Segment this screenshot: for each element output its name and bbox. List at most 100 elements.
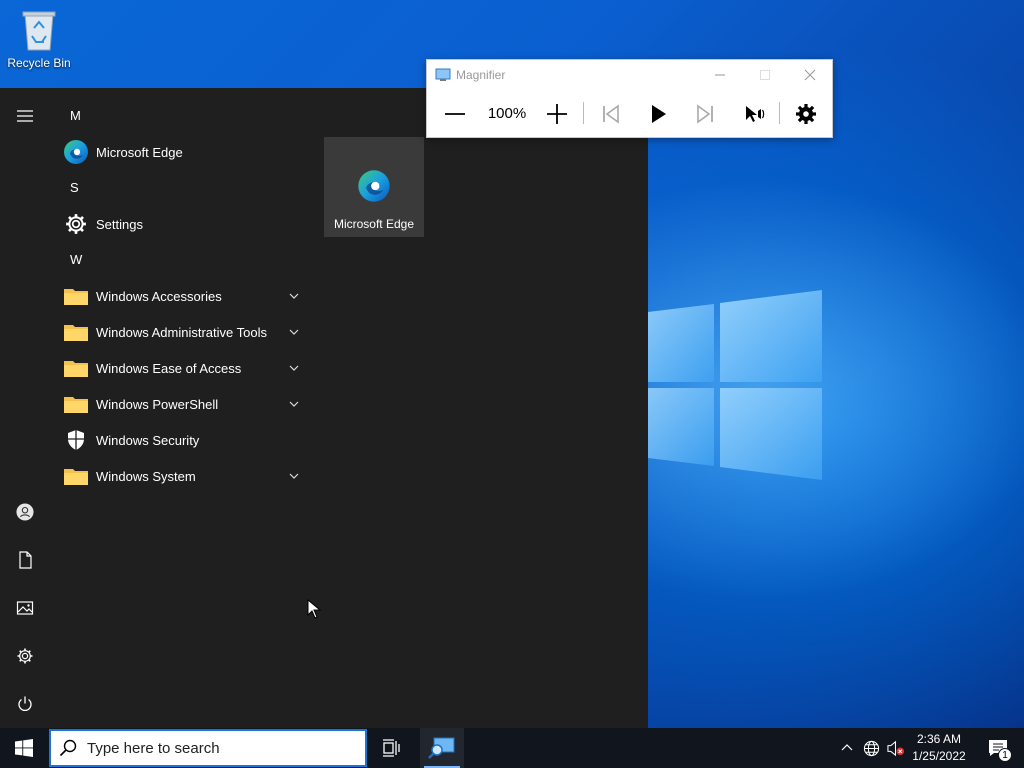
folder-icon [63,463,89,489]
task-view-icon [383,739,400,757]
previous-icon [603,104,619,124]
power-button[interactable] [0,682,50,726]
volume-button[interactable] [884,728,906,768]
read-from-here-icon [746,106,765,122]
maximize-button[interactable] [742,60,788,90]
letter-header-w[interactable]: W [50,242,312,278]
show-hidden-icons-button[interactable] [836,728,858,768]
windows-start-icon [15,739,33,757]
tile-microsoft-edge[interactable]: Microsoft Edge [324,137,424,237]
toolbar-separator [779,102,780,124]
chevron-down-icon [289,293,299,299]
maximize-icon [760,70,770,80]
tile-label: Microsoft Edge [333,217,415,231]
close-icon [804,69,816,81]
app-item-label: Windows Accessories [96,288,222,304]
previous-button[interactable] [593,96,627,132]
magnifier-app-icon [428,737,455,759]
task-view-button[interactable] [370,728,414,768]
magnifier-settings-button[interactable] [789,96,823,132]
folder-icon [63,355,89,381]
app-item-windows-powershell[interactable]: Windows PowerShell [50,386,312,422]
zoom-in-icon [547,104,567,124]
hamburger-button[interactable] [0,94,50,138]
app-item-label: Windows Administrative Tools [96,324,267,340]
volume-muted-icon [886,740,904,756]
chevron-down-icon [289,473,299,479]
network-button[interactable] [860,728,882,768]
taskbar-search-box[interactable] [49,729,367,767]
network-globe-icon [863,740,879,756]
app-item-windows-accessories[interactable]: Windows Accessories [50,278,312,314]
settings-icon [17,648,33,664]
magnifier-title: Magnifier [456,68,506,82]
hamburger-icon [17,110,33,122]
app-item-label: Windows Ease of Access [96,360,242,376]
magnifier-app-icon [435,68,451,81]
start-menu: M Microsoft Edge S Settings W Windows Ac… [0,88,648,728]
zoom-in-button[interactable] [541,96,573,132]
settings-button[interactable] [0,634,50,678]
mouse-cursor-icon [307,599,321,619]
chevron-down-icon [289,401,299,407]
chevron-up-icon [841,744,853,751]
play-button[interactable] [641,96,675,132]
gear-icon [63,211,89,237]
next-button[interactable] [689,96,723,132]
app-item-label: Windows PowerShell [96,396,219,412]
clock[interactable]: 2:36 AM 1/25/2022 [906,731,972,765]
next-icon [697,104,713,124]
search-input[interactable] [87,737,357,759]
close-button[interactable] [787,60,833,90]
app-item-label: Windows Security [96,432,200,448]
edge-icon [358,170,390,202]
action-center-button[interactable]: 1 [978,728,1018,768]
play-icon [652,105,666,123]
documents-button[interactable] [0,538,50,582]
app-item-windows-ease-of-access[interactable]: Windows Ease of Access [50,350,312,386]
taskbar-magnifier-app[interactable] [420,728,464,768]
folder-icon [63,283,89,309]
zoom-out-button[interactable] [439,96,471,132]
chevron-down-icon [289,365,299,371]
folder-icon [63,319,89,345]
app-item-windows-security[interactable]: Windows Security [50,422,312,458]
start-button[interactable] [0,728,48,768]
pictures-button[interactable] [0,586,50,630]
app-list: M Microsoft Edge S Settings W Windows Ac… [50,98,312,494]
read-from-here-button[interactable] [737,96,771,132]
app-item-windows-system[interactable]: Windows System [50,458,312,494]
magnifier-toolbar: 100% [427,96,832,132]
app-item-windows-administrative-tools[interactable]: Windows Administrative Tools [50,314,312,350]
start-rail [0,88,50,728]
minimize-button[interactable] [697,60,743,90]
taskbar: 2:36 AM 1/25/2022 1 [0,728,1024,768]
magnifier-title-bar[interactable]: Magnifier [427,60,832,90]
clock-date: 1/25/2022 [912,749,966,763]
recycle-bin-label: Recycle Bin [7,56,71,70]
chevron-down-icon [289,329,299,335]
search-icon [59,739,77,757]
windows-logo-wallpaper [648,290,822,480]
recycle-bin-icon [22,11,56,51]
user-account-button[interactable] [0,490,50,534]
app-item-settings[interactable]: Settings [50,206,312,242]
edge-icon [63,139,89,165]
pictures-icon [16,601,34,615]
letter-header-s[interactable]: S [50,170,312,206]
power-icon [18,696,32,711]
documents-icon [19,551,32,569]
settings-icon [796,104,816,124]
user-icon [16,503,34,521]
shield-icon [63,427,89,453]
clock-time: 2:36 AM [916,732,962,746]
app-item-label: Windows System [96,468,196,484]
magnifier-window: Magnifier 100% [426,59,833,138]
letter-header-m[interactable]: M [50,98,312,134]
notification-badge: 1 [998,748,1012,762]
toolbar-separator [583,102,584,124]
zoom-level: 100% [487,105,527,122]
recycle-bin[interactable]: Recycle Bin [4,6,74,70]
app-item-label: Microsoft Edge [96,144,183,160]
app-item-microsoft-edge[interactable]: Microsoft Edge [50,134,312,170]
